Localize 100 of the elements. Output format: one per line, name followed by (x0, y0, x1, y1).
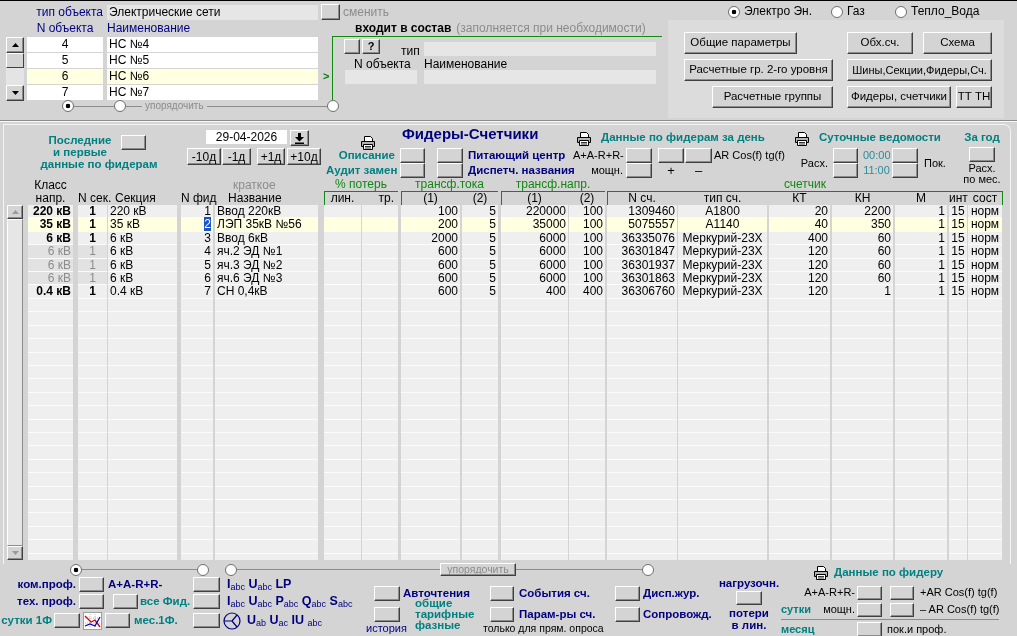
small-button[interactable] (833, 163, 858, 178)
object-type-field[interactable]: Электрические сети (107, 5, 318, 20)
small-button[interactable] (658, 148, 684, 163)
object-number[interactable]: 6 (27, 69, 103, 84)
small-button[interactable] (857, 622, 882, 636)
radio-button[interactable] (327, 100, 339, 112)
small-button[interactable] (626, 163, 652, 178)
object-number[interactable]: 4 (27, 37, 103, 52)
small-button[interactable] (857, 585, 882, 600)
scrollbar[interactable] (6, 37, 24, 101)
change-label: сменить (343, 4, 389, 20)
table-cell: норм (968, 285, 1002, 299)
small-button[interactable] (736, 591, 762, 605)
nav-button[interactable]: Шины,Секции,Фидеры,Сч. (847, 59, 992, 81)
section-heading: Данные по фидерам за день (601, 131, 765, 144)
dropdown-button[interactable] (290, 130, 309, 146)
small-button[interactable] (490, 586, 514, 601)
radio-button[interactable] (642, 563, 654, 576)
small-button[interactable] (54, 613, 80, 628)
object-name[interactable]: НС №5 (107, 53, 318, 68)
object-name[interactable]: НС №6 (107, 69, 318, 84)
small-button[interactable] (79, 577, 104, 592)
nav-button[interactable]: Расчетные гр. 2-го уровня (684, 59, 833, 81)
scroll-down-button[interactable] (7, 546, 23, 560)
printer-icon[interactable] (576, 132, 592, 146)
radio-button[interactable] (895, 6, 907, 18)
nav-button[interactable]: Обх.сч. (847, 32, 913, 54)
radio-button[interactable] (831, 6, 843, 18)
small-button[interactable] (374, 607, 400, 622)
scroll-up-button[interactable] (6, 37, 24, 53)
small-button[interactable] (833, 148, 858, 163)
column-header: Наименование (107, 22, 191, 37)
small-button[interactable] (344, 39, 360, 54)
small-button[interactable] (615, 586, 640, 601)
small-button[interactable] (890, 602, 914, 617)
nav-button[interactable]: ТТ ТН (956, 86, 992, 108)
date-shift-button[interactable]: -1д (222, 148, 251, 165)
small-button[interactable] (105, 613, 130, 628)
button-caption: Диспетч. названия (468, 163, 575, 178)
small-button[interactable] (121, 135, 146, 150)
small-button[interactable] (113, 594, 138, 609)
date-shift-button[interactable]: +1д (257, 148, 285, 165)
printer-icon[interactable] (813, 566, 829, 580)
button-caption: I$_{abc}$ U$_{abc}$ P$_{abc}$ Q$_{abc}$ S$_{abc}$ (227, 594, 353, 609)
table-cell: норм (968, 205, 1002, 219)
scrollbar-thumb[interactable] (6, 53, 24, 68)
radio-button[interactable] (728, 6, 740, 18)
date-shift-button[interactable]: -10д (187, 148, 221, 165)
small-button[interactable] (490, 607, 514, 622)
small-button[interactable] (969, 147, 995, 162)
small-button[interactable] (857, 602, 882, 617)
small-button[interactable] (400, 148, 425, 163)
date-shift-button[interactable]: +10д (287, 148, 321, 165)
chart-icon[interactable] (83, 611, 102, 630)
small-button[interactable] (626, 148, 652, 163)
small-button[interactable] (892, 148, 918, 163)
help-button[interactable]: ? (362, 39, 380, 54)
option-label[interactable]: Тепло_Вода (911, 5, 980, 19)
option-label[interactable]: Электро Эн. (744, 5, 813, 19)
nav-button[interactable]: Расчетные группы (712, 86, 833, 108)
small-button[interactable] (400, 163, 425, 178)
option-label[interactable]: Газ (847, 5, 865, 19)
table-cell: 100 (569, 218, 605, 232)
object-number[interactable]: 7 (27, 85, 103, 100)
table-cell: 1 (181, 205, 213, 219)
object-name[interactable]: НС №4 (107, 37, 318, 52)
small-button[interactable] (193, 577, 220, 592)
small-button[interactable] (321, 4, 340, 20)
printer-icon[interactable] (794, 132, 810, 146)
small-button[interactable] (892, 163, 918, 178)
nav-button[interactable]: Общие параметры (684, 32, 797, 54)
column-header: КН (853, 192, 872, 205)
small-button[interactable] (193, 613, 220, 628)
arrow-up-icon (11, 210, 19, 214)
button-caption: все Фид. (140, 594, 191, 609)
scrollbar-thumb[interactable] (7, 219, 23, 546)
small-button[interactable] (685, 148, 712, 163)
small-button[interactable] (193, 594, 220, 609)
scroll-up-button[interactable] (7, 205, 23, 219)
small-button[interactable] (437, 148, 463, 163)
radio-button[interactable] (225, 563, 237, 576)
button-caption: A+A-R+R- (108, 577, 163, 592)
date-field[interactable]: 29-04-2026 (206, 130, 287, 144)
radio-button[interactable] (197, 563, 209, 576)
radio-button[interactable] (114, 100, 126, 112)
printer-icon[interactable] (360, 136, 376, 150)
nav-button[interactable]: Фидеры, счетчики (847, 86, 951, 108)
scroll-down-button[interactable] (6, 85, 24, 101)
table-cell: A1140 (678, 218, 767, 232)
small-button[interactable] (437, 163, 463, 178)
object-name[interactable]: НС №7 (107, 85, 318, 100)
nav-button[interactable]: Схема (923, 32, 992, 54)
small-button[interactable] (374, 586, 400, 601)
radio-button[interactable] (62, 100, 74, 112)
small-button[interactable] (890, 585, 914, 600)
small-button[interactable] (615, 607, 640, 622)
table-cell: 1 (895, 205, 947, 219)
radio-button[interactable] (70, 563, 82, 576)
object-number[interactable]: 5 (27, 53, 103, 68)
small-button[interactable] (79, 594, 104, 609)
